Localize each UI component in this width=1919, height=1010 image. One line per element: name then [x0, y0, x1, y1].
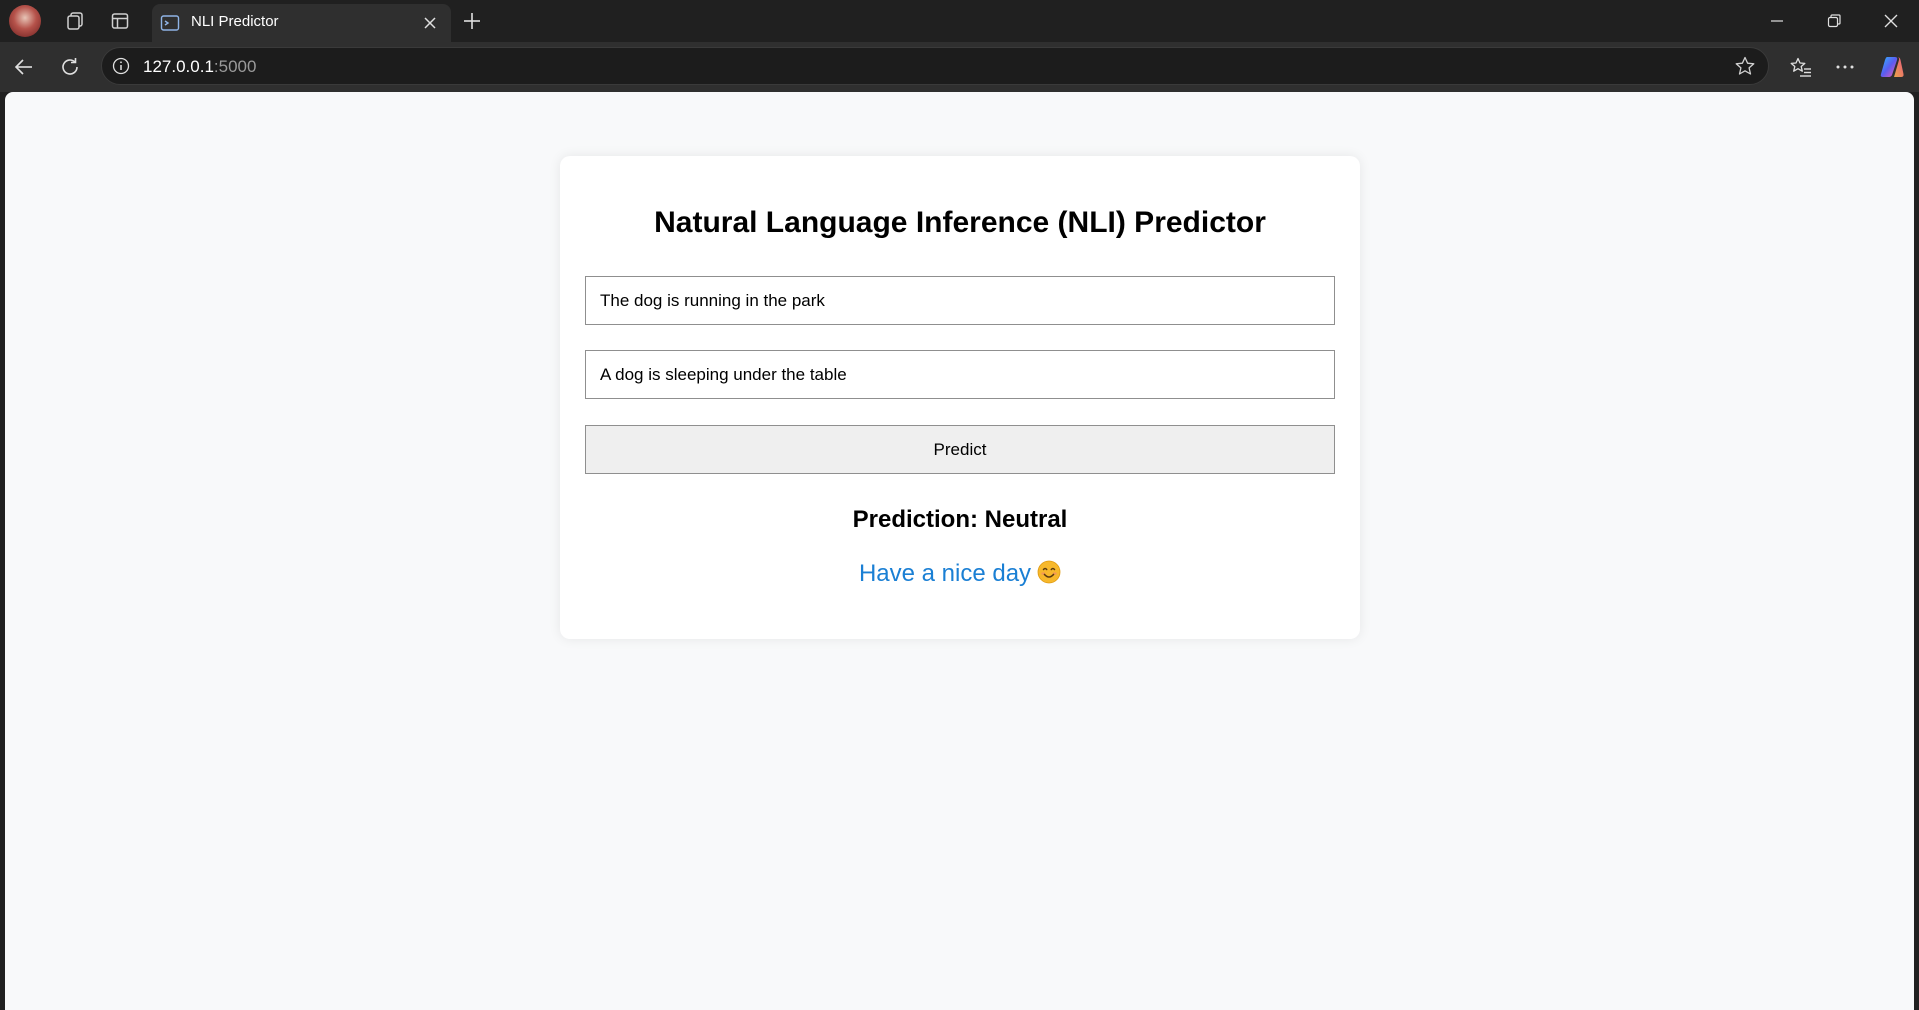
copilot-icon[interactable]: [1876, 51, 1908, 83]
close-window-icon[interactable]: [1863, 0, 1919, 42]
page-title: Natural Language Inference (NLI) Predict…: [654, 206, 1266, 239]
more-options-icon[interactable]: [1829, 51, 1861, 83]
predict-button[interactable]: Predict: [585, 425, 1335, 474]
browser-title-bar: NLI Predictor: [0, 0, 1919, 42]
favorite-star-icon[interactable]: [1732, 53, 1758, 79]
favorites-list-icon[interactable]: [1785, 51, 1817, 83]
site-info-icon[interactable]: [110, 55, 132, 77]
tab-nli-predictor[interactable]: NLI Predictor: [152, 4, 451, 42]
prediction-result: Prediction: Neutral: [852, 506, 1068, 533]
workspaces-icon[interactable]: [60, 6, 90, 36]
address-bar[interactable]: 127.0.0.1:5000: [101, 47, 1769, 85]
hypothesis-input[interactable]: [585, 350, 1335, 399]
profile-avatar[interactable]: [9, 5, 41, 37]
new-tab-icon[interactable]: [457, 6, 487, 36]
page-viewport: Natural Language Inference (NLI) Predict…: [5, 92, 1914, 1010]
page-favicon-icon: [160, 13, 180, 33]
minimize-icon[interactable]: [1749, 0, 1805, 42]
close-tab-icon[interactable]: [418, 11, 442, 35]
greeting-text: Have a nice day: [858, 560, 1032, 587]
url-text: 127.0.0.1:5000: [143, 57, 256, 77]
predictor-card: Natural Language Inference (NLI) Predict…: [560, 156, 1360, 639]
url-port: :5000: [213, 57, 257, 76]
url-host: 127.0.0.1: [143, 57, 214, 76]
vertical-tabs-icon[interactable]: [105, 6, 135, 36]
back-icon[interactable]: [8, 51, 40, 83]
browser-toolbar: 127.0.0.1:5000: [0, 42, 1919, 92]
restore-icon[interactable]: [1806, 0, 1862, 42]
greeting-message: Have a nice day: [560, 560, 1360, 588]
premise-input[interactable]: [585, 276, 1335, 325]
tab-title: NLI Predictor: [191, 13, 279, 30]
smiling-face-icon: [1037, 560, 1061, 584]
refresh-icon[interactable]: [54, 51, 86, 83]
